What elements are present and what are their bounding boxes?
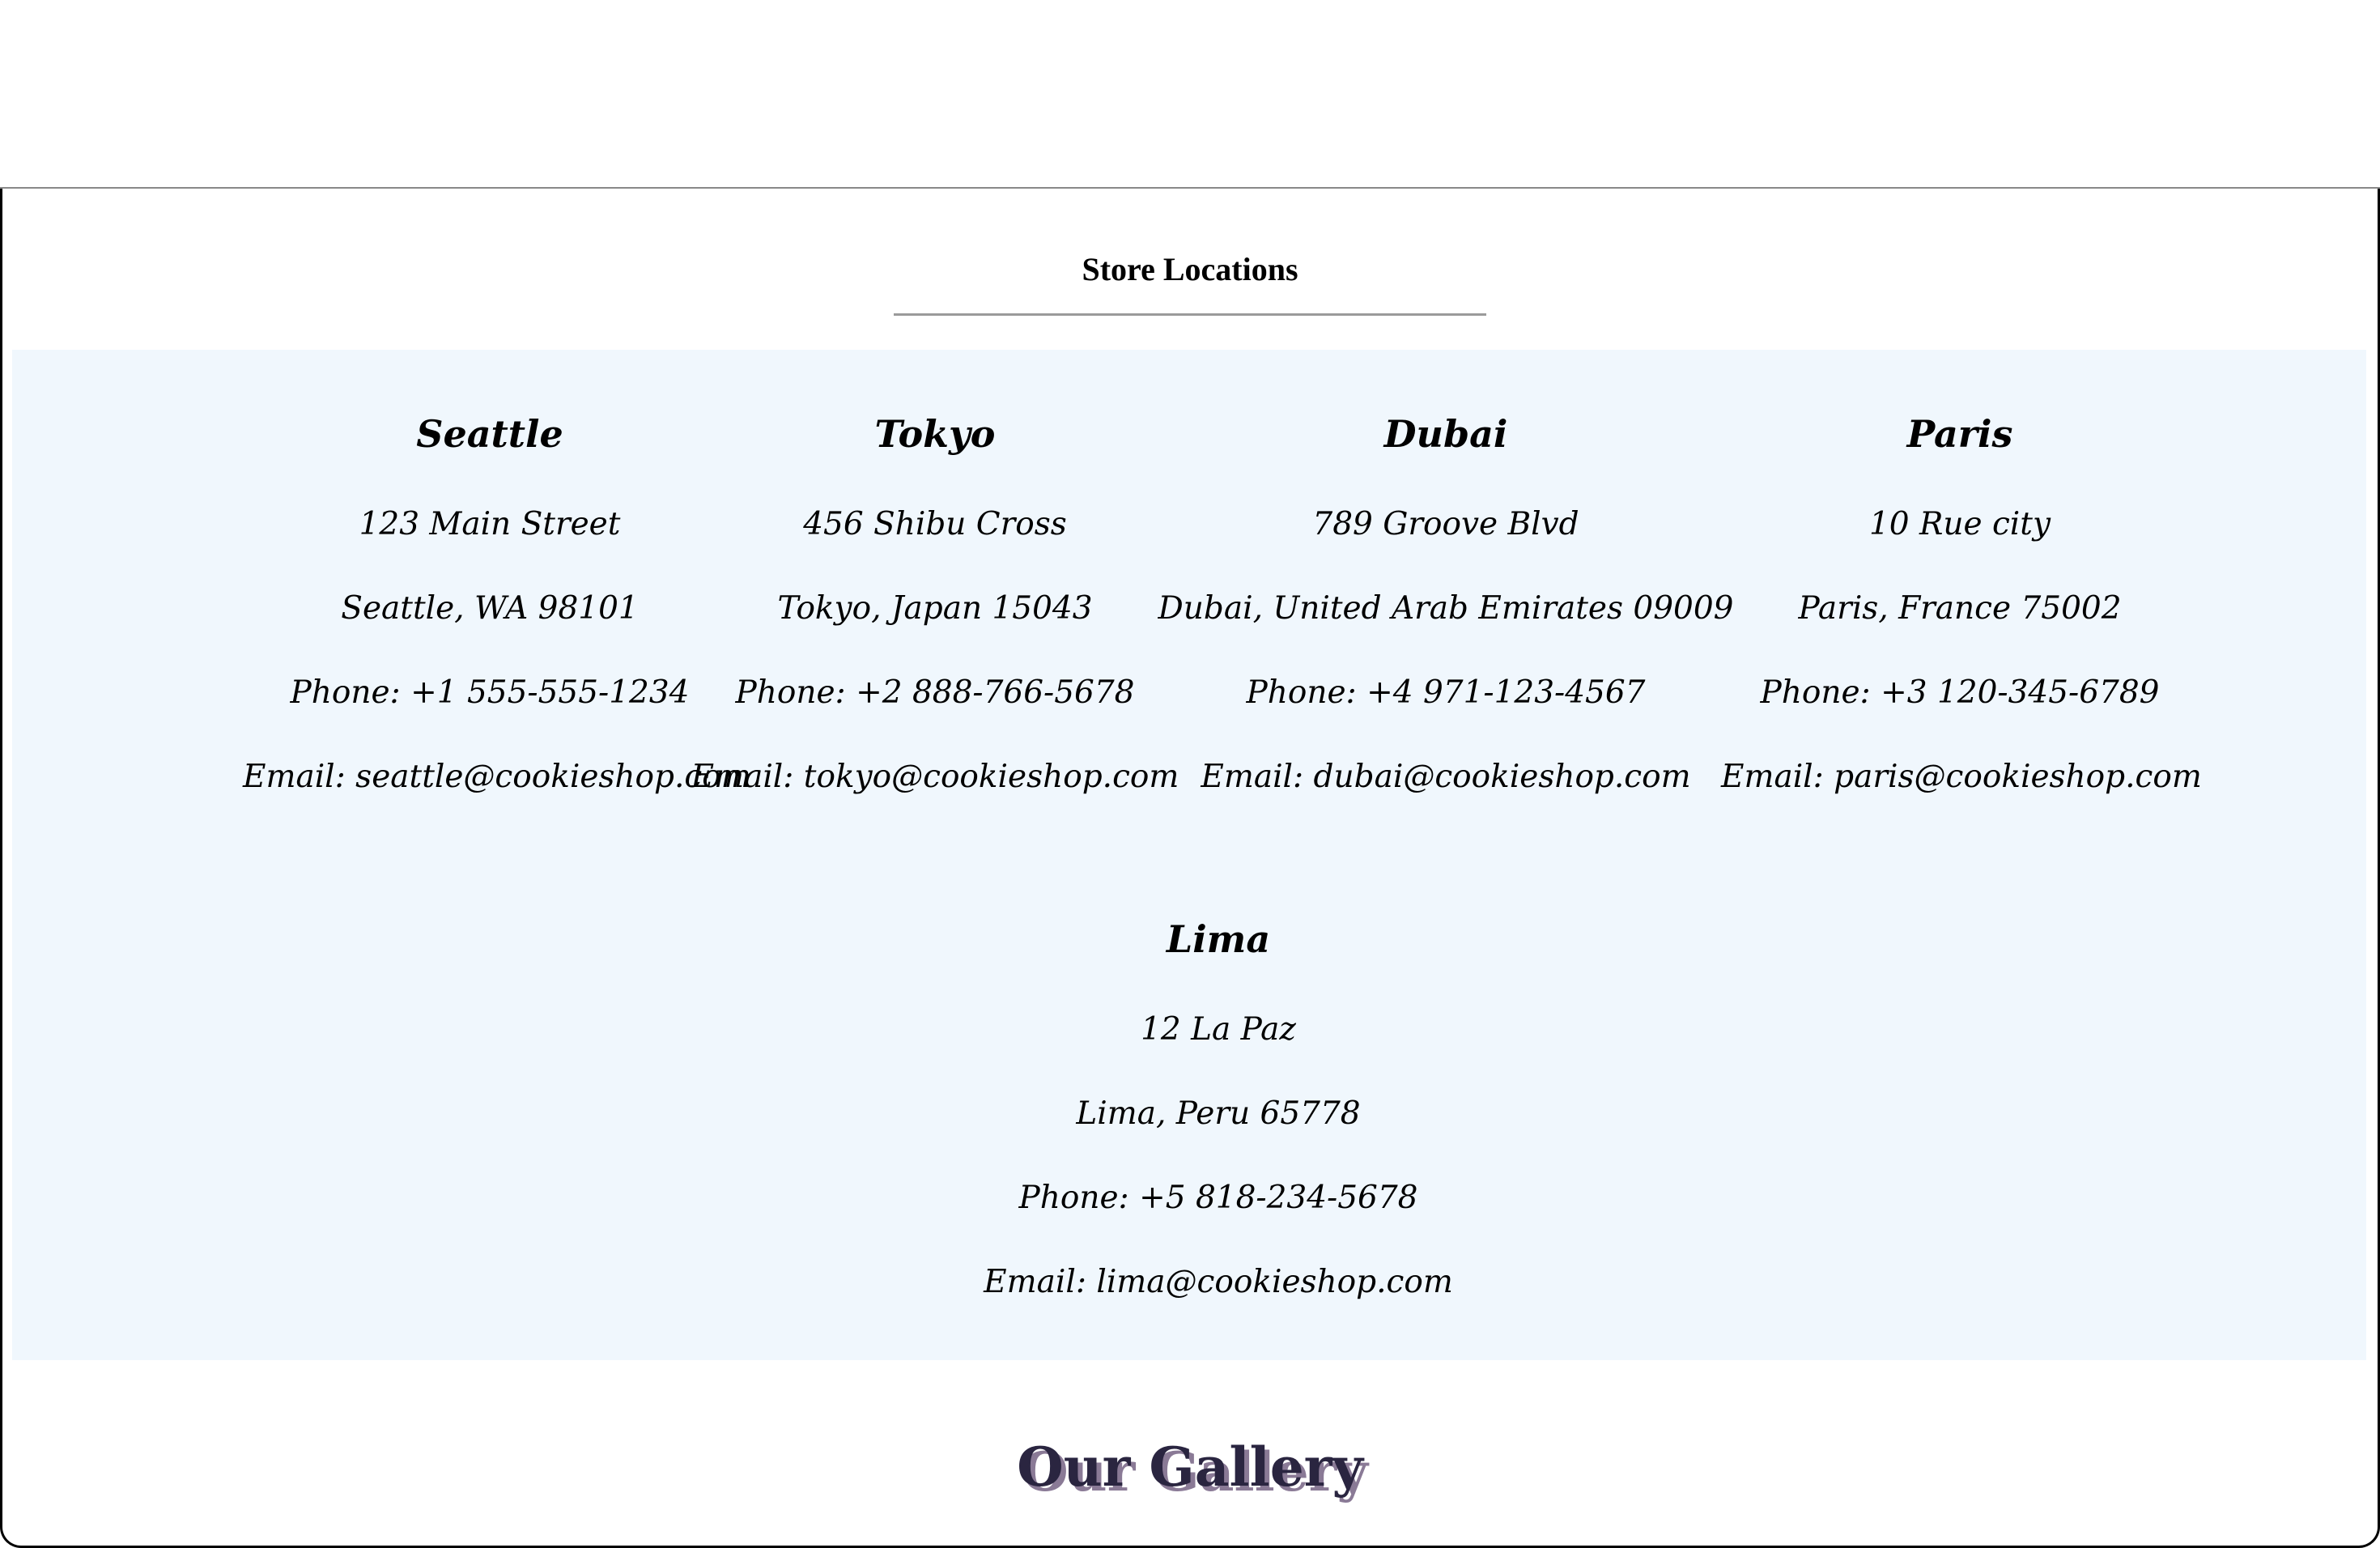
location-phone: Phone: +2 888-766-5678: [735, 674, 1135, 711]
location-city: Paris: [1906, 412, 2013, 456]
top-header-bar: [0, 0, 2380, 189]
location-email: Email: seattle@cookieshop.com: [243, 759, 751, 795]
location-email: Email: tokyo@cookieshop.com: [691, 759, 1179, 795]
location-address: 789 Groove Blvd: [1312, 506, 1579, 542]
location-card-paris: Paris 10 Rue city Paris, France 75002 Ph…: [1721, 411, 2202, 798]
location-card-lima: Lima 12 La Paz Lima, Peru 65778 Phone: +…: [971, 916, 1465, 1303]
location-card-tokyo: Tokyo 456 Shibu Cross Tokyo, Japan 15043…: [688, 411, 1182, 798]
location-phone: Phone: +3 120-345-6789: [1760, 674, 2160, 711]
location-region: Tokyo, Japan 15043: [777, 590, 1093, 627]
gallery-heading: Our Gallery: [1017, 1435, 1363, 1499]
location-city: Dubai: [1383, 412, 1508, 456]
location-email: Email: dubai@cookieshop.com: [1201, 759, 1691, 795]
location-address: 10 Rue city: [1868, 506, 2051, 542]
location-city: Seattle: [416, 412, 563, 456]
location-address: 456 Shibu Cross: [803, 506, 1067, 542]
location-city: Lima: [1166, 917, 1271, 961]
location-region: Seattle, WA 98101: [341, 590, 639, 627]
location-card-dubai: Dubai 789 Groove Blvd Dubai, United Arab…: [1130, 411, 1762, 798]
location-city: Tokyo: [874, 412, 996, 456]
location-address: 12 La Paz: [1141, 1011, 1296, 1048]
location-region: Paris, France 75002: [1798, 590, 2122, 627]
location-phone: Phone: +1 555-555-1234: [290, 674, 690, 711]
location-email: Email: paris@cookieshop.com: [1721, 759, 2202, 795]
location-email: Email: lima@cookieshop.com: [984, 1264, 1453, 1300]
store-locations-heading: Store Locations: [1082, 251, 1298, 287]
location-region: Dubai, United Arab Emirates 09009: [1158, 590, 1734, 627]
section-divider: [894, 313, 1486, 316]
location-region: Lima, Peru 65778: [1076, 1095, 1361, 1132]
location-card-seattle: Seattle 123 Main Street Seattle, WA 9810…: [243, 411, 751, 798]
location-phone: Phone: +5 818-234-5678: [1018, 1180, 1418, 1216]
location-address: 123 Main Street: [359, 506, 621, 542]
location-phone: Phone: +4 971-123-4567: [1246, 674, 1646, 711]
